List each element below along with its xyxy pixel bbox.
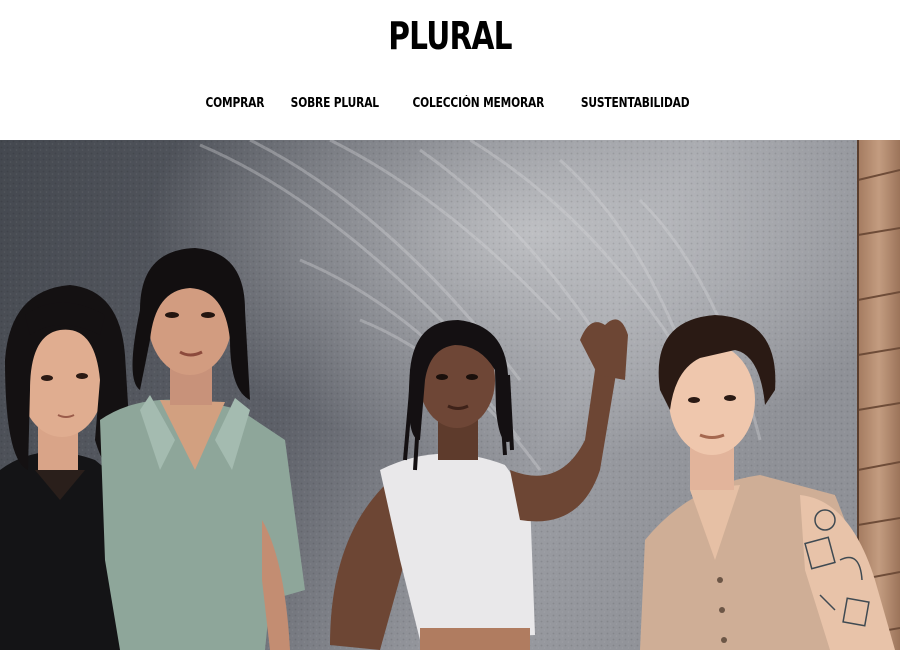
site-header: PLURAL COMPRAR SOBRE PLURAL COLECCIÓN ME… — [0, 0, 900, 140]
hero-photo-illustration — [0, 140, 900, 650]
site-logo[interactable]: PLURAL — [99, 12, 801, 60]
nav-item-sobre-plural[interactable]: SOBRE PLURAL — [290, 92, 378, 116]
nav-item-coleccion-memorar[interactable]: COLECCIÓN MEMORAR — [413, 92, 545, 116]
nav-item-sustentabilidad[interactable]: SUSTENTABILIDAD — [581, 92, 690, 116]
main-navigation: COMPRAR SOBRE PLURAL COLECCIÓN MEMORAR S… — [0, 92, 900, 116]
nav-item-comprar[interactable]: COMPRAR — [205, 92, 264, 116]
hero-image — [0, 140, 900, 650]
